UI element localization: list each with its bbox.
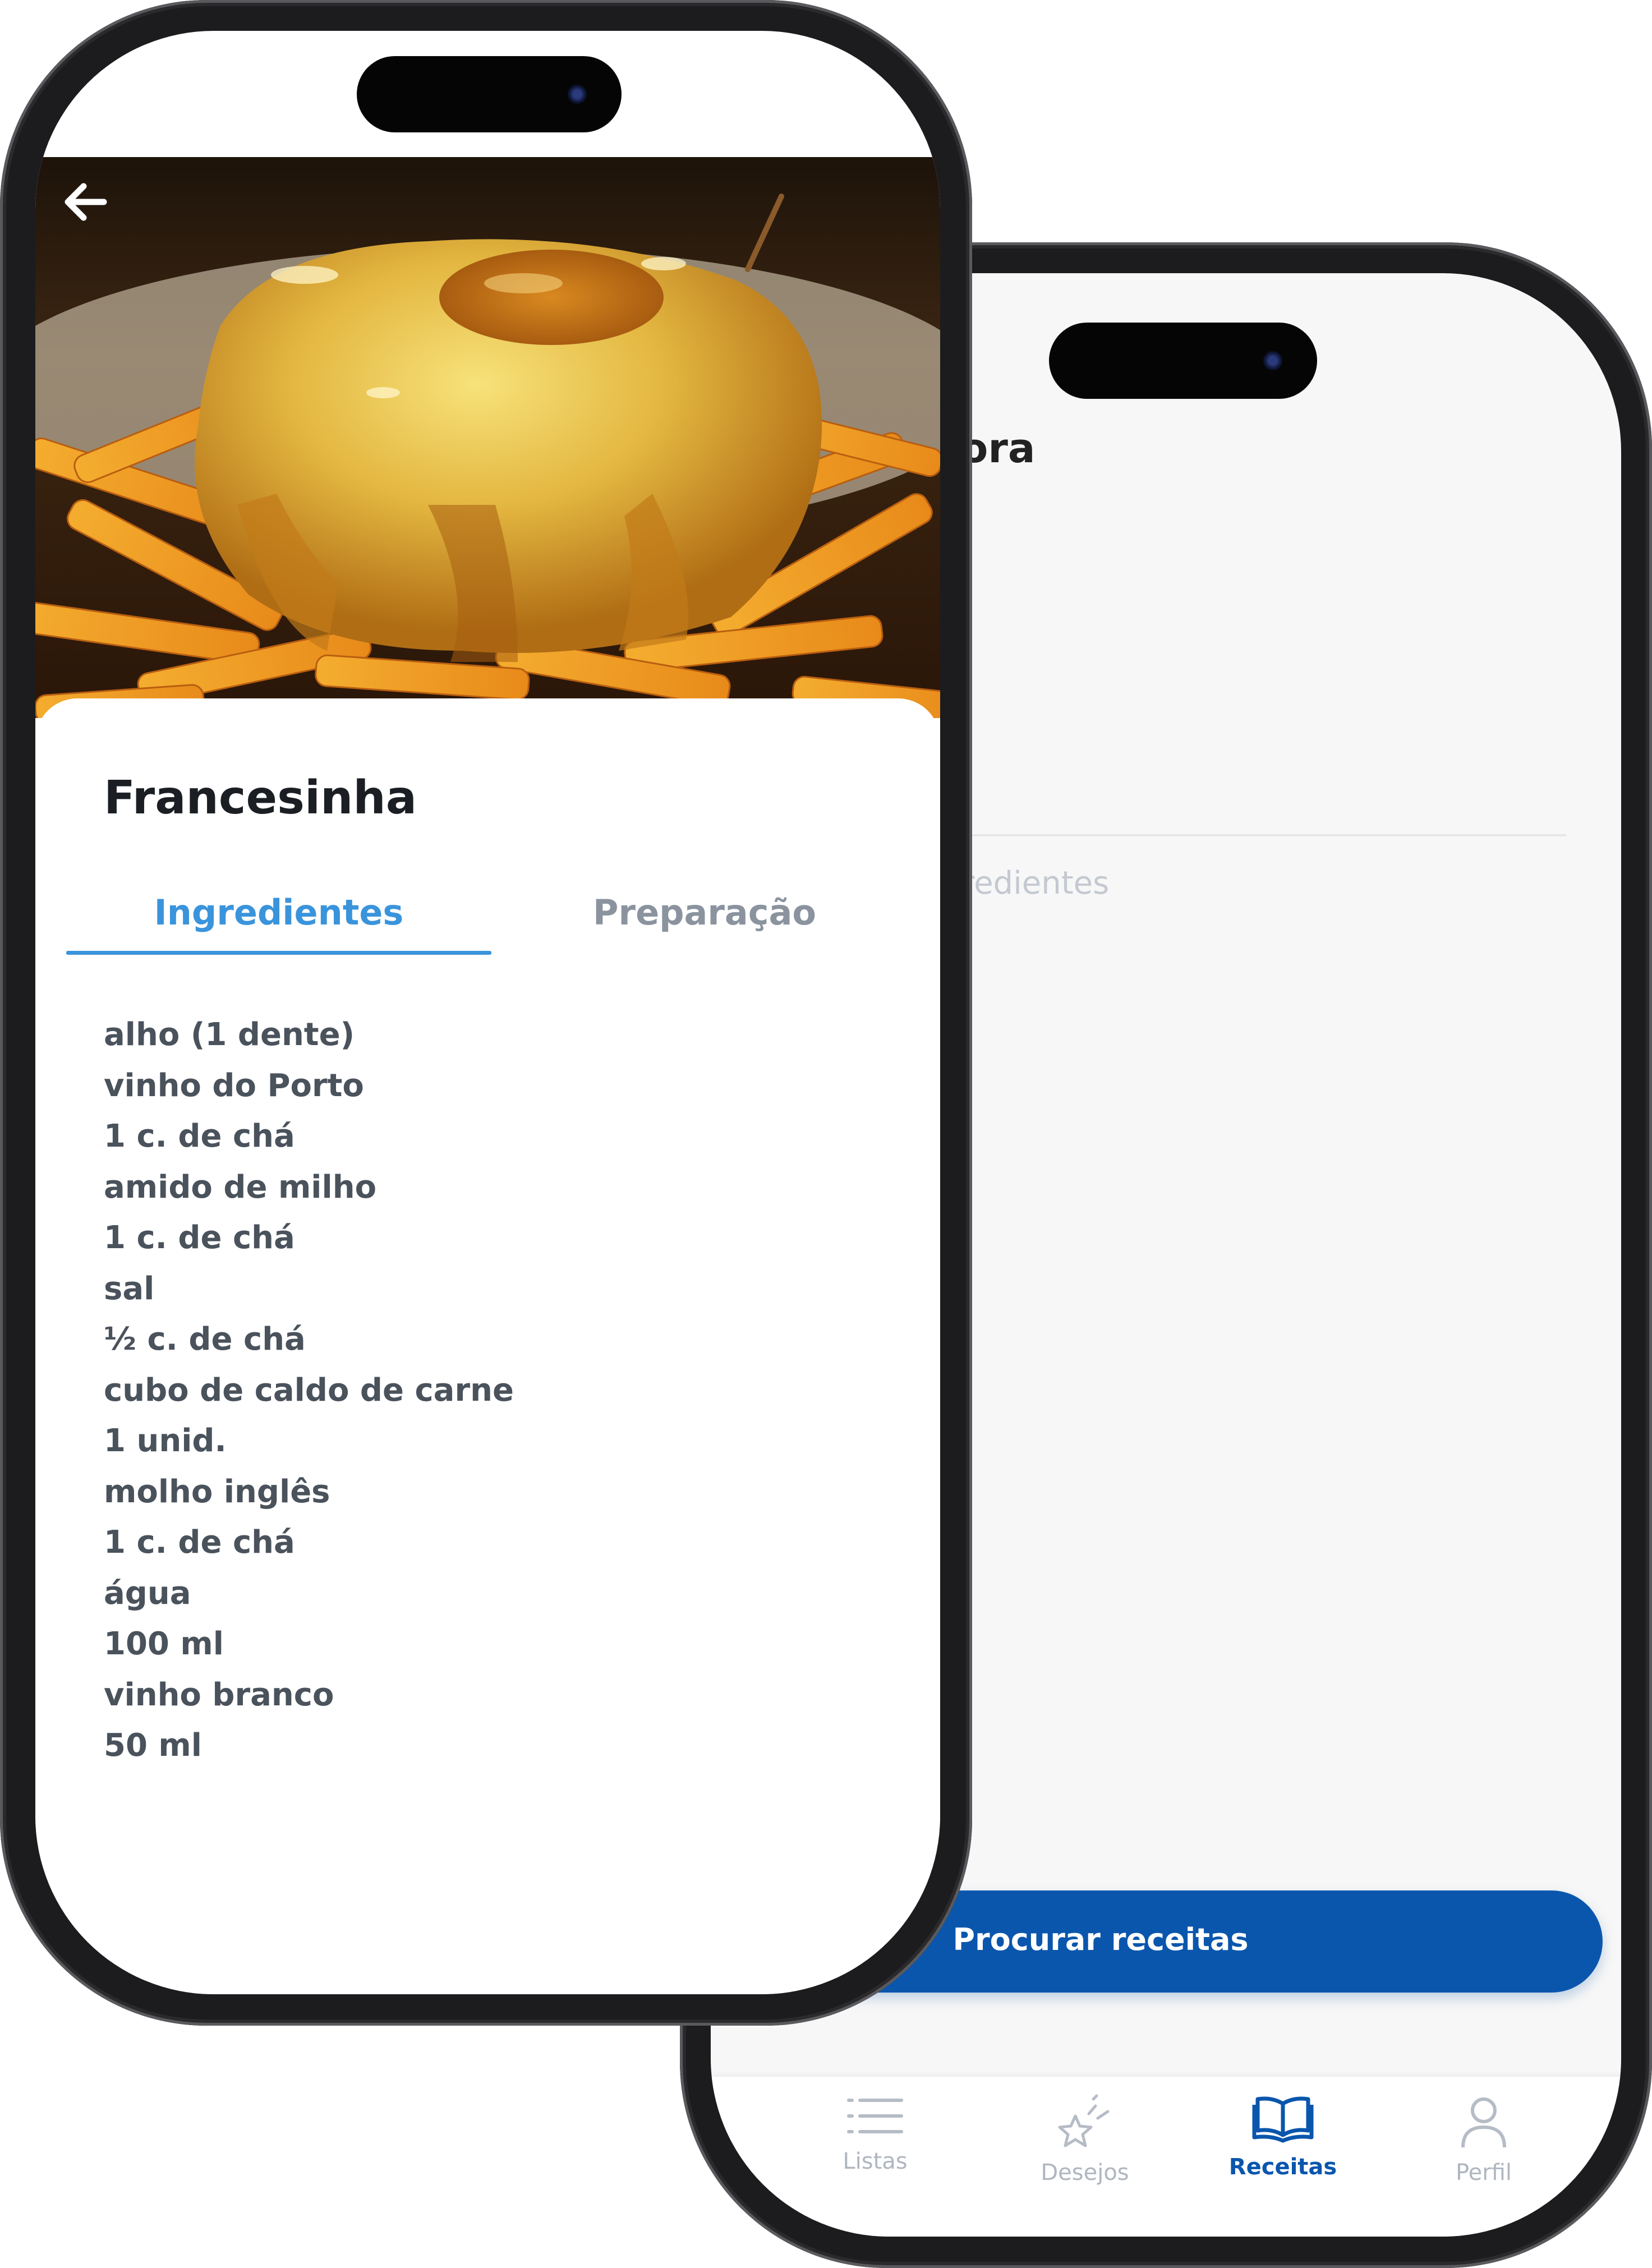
ingredient-item: alho (1 dente) — [104, 1016, 355, 1053]
tab-ingredientes[interactable]: Ingredientes — [66, 892, 491, 933]
ingredient-item: 100 ml — [104, 1626, 224, 1662]
list-icon — [847, 2099, 903, 2133]
ingredient-item: amido de milho — [104, 1168, 377, 1206]
bottom-tab-bar: Listas Desejos Receitas Perfil — [711, 2077, 1621, 2237]
wish-star-icon — [1058, 2094, 1110, 2147]
ingredient-item: água — [104, 1575, 191, 1612]
open-book-icon — [1252, 2096, 1314, 2143]
tab-perfil[interactable]: Perfil — [1428, 2094, 1540, 2186]
ingredient-item: ½ c. de chá — [104, 1321, 306, 1358]
recipe-title: Francesinha — [104, 771, 417, 825]
tab-label: Listas — [843, 2149, 908, 2174]
ingredient-item: 1 unid. — [104, 1423, 227, 1459]
ingredients-list: alho (1 dente) vinho do Porto 1 c. de ch… — [104, 1010, 514, 1772]
back-arrow-icon[interactable] — [58, 174, 114, 230]
tab-listas[interactable]: Listas — [819, 2094, 931, 2174]
ingredient-item: vinho branco — [104, 1676, 334, 1713]
tab-label: Receitas — [1228, 2154, 1337, 2180]
tab-receitas[interactable]: Receitas — [1227, 2094, 1339, 2180]
active-tab-indicator — [66, 951, 491, 955]
recipe-detail-screen: Francesinha Ingredientes Preparação alho… — [35, 31, 940, 1994]
ingredient-item: vinho do Porto — [104, 1067, 364, 1104]
user-icon — [1461, 2097, 1506, 2148]
dynamic-island — [1049, 323, 1317, 399]
camera-lens-icon — [1263, 351, 1282, 370]
ingredient-item: 50 ml — [104, 1727, 202, 1764]
ingredient-item: cubo de caldo de carne — [104, 1372, 514, 1409]
recipe-photo — [35, 157, 940, 718]
ingredient-item: molho inglês — [104, 1473, 330, 1510]
ingredient-item: 1 c. de chá — [104, 1220, 295, 1256]
tab-label: Desejos — [1041, 2160, 1129, 2186]
recipe-detail-card: Francesinha Ingredientes Preparação alho… — [35, 698, 940, 1994]
camera-lens-icon — [568, 85, 587, 104]
ingredient-item: 1 c. de chá — [104, 1118, 295, 1154]
tab-desejos[interactable]: Desejos — [1029, 2094, 1141, 2186]
ingredient-item: 1 c. de chá — [104, 1524, 295, 1561]
dynamic-island — [357, 56, 622, 132]
tab-label: Perfil — [1455, 2160, 1512, 2186]
ingredient-item: sal — [104, 1270, 155, 1307]
recipe-detail-phone: Francesinha Ingredientes Preparação alho… — [0, 0, 972, 2026]
tab-preparacao[interactable]: Preparação — [491, 892, 918, 933]
